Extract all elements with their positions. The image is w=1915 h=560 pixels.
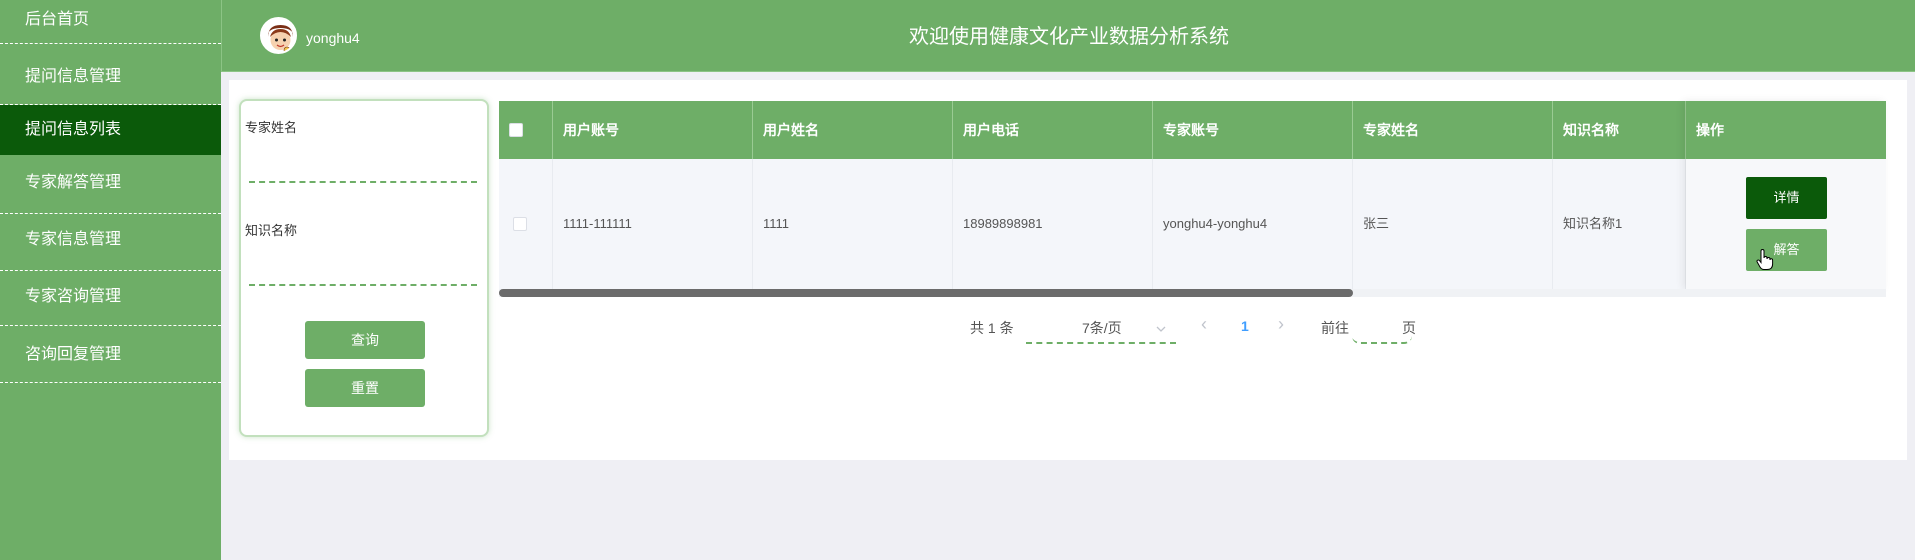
sidebar-item-expert-answer[interactable]: 专家解答管理 bbox=[0, 158, 221, 214]
sidebar-item-expert-info[interactable]: 专家信息管理 bbox=[0, 214, 221, 271]
header-checkbox-cell bbox=[499, 101, 553, 159]
page-size-select[interactable]: 7条/页 bbox=[1026, 314, 1176, 344]
cell-expert-account: yonghu4-yonghu4 bbox=[1153, 159, 1353, 289]
hand-cursor-icon bbox=[1756, 249, 1774, 270]
sidebar-item-question-management[interactable]: 提问信息管理 bbox=[0, 55, 221, 105]
row-checkbox[interactable] bbox=[513, 217, 527, 231]
sidebar-item-home[interactable]: 后台首页 bbox=[0, 0, 221, 44]
prev-page-button[interactable]: ‹ bbox=[1201, 314, 1207, 335]
expert-name-input[interactable] bbox=[249, 153, 477, 183]
next-page-button[interactable]: › bbox=[1278, 314, 1284, 335]
search-form: 专家姓名 知识名称 查询 重置 bbox=[239, 99, 489, 437]
select-all-checkbox[interactable] bbox=[509, 123, 523, 137]
chevron-down-icon bbox=[1156, 326, 1166, 332]
sidebar-item-expert-consult[interactable]: 专家咨询管理 bbox=[0, 271, 221, 326]
horizontal-scrollbar[interactable] bbox=[499, 289, 1353, 297]
expert-name-label: 专家姓名 bbox=[245, 120, 298, 135]
top-header: yonghu4 欢迎使用健康文化产业数据分析系统 bbox=[221, 0, 1915, 72]
page-size-value: 7条/页 bbox=[1082, 320, 1122, 336]
column-expert-account[interactable]: 专家账号 bbox=[1153, 101, 1353, 159]
cell-user-name: 1111 bbox=[753, 159, 953, 289]
knowledge-name-label: 知识名称 bbox=[245, 223, 298, 238]
table-header: 用户账号 用户姓名 用户电话 专家账号 专家姓名 知识名称 bbox=[499, 101, 1886, 159]
detail-button[interactable]: 详情 bbox=[1746, 177, 1827, 219]
reset-button[interactable]: 重置 bbox=[305, 369, 425, 407]
current-page-number[interactable]: 1 bbox=[1241, 318, 1249, 334]
pagination-total: 共 1 条 bbox=[970, 320, 1014, 336]
column-user-phone[interactable]: 用户电话 bbox=[953, 101, 1153, 159]
cell-user-account: 1111-111111 bbox=[553, 159, 753, 289]
actions-column: 操作 详情 解答 bbox=[1686, 101, 1886, 289]
knowledge-name-input[interactable] bbox=[249, 256, 477, 286]
system-title: 欢迎使用健康文化产业数据分析系统 bbox=[909, 26, 1229, 48]
column-user-account[interactable]: 用户账号 bbox=[553, 101, 753, 159]
table-row: 1111-111111 1111 18989898981 yonghu4-yon… bbox=[499, 159, 1886, 289]
row-checkbox-cell bbox=[499, 159, 553, 289]
sidebar-item-question-list[interactable]: 提问信息列表 bbox=[0, 105, 221, 155]
column-expert-name[interactable]: 专家姓名 bbox=[1353, 101, 1553, 159]
column-actions: 操作 bbox=[1686, 101, 1886, 159]
cell-user-phone: 18989898981 bbox=[953, 159, 1153, 289]
query-button[interactable]: 查询 bbox=[305, 321, 425, 359]
cell-knowledge-name: 知识名称1 bbox=[1553, 159, 1686, 289]
sidebar: 后台首页 提问信息管理 提问信息列表 专家解答管理 专家信息管理 专家咨询管理 … bbox=[0, 0, 221, 560]
column-knowledge-name[interactable]: 知识名称 bbox=[1553, 101, 1686, 159]
goto-label: 前往 bbox=[1321, 320, 1349, 336]
sidebar-item-consult-reply[interactable]: 咨询回复管理 bbox=[0, 326, 221, 383]
column-user-name[interactable]: 用户姓名 bbox=[753, 101, 953, 159]
cell-expert-name: 张三 bbox=[1353, 159, 1553, 289]
page-unit-label: 页 bbox=[1402, 320, 1416, 336]
